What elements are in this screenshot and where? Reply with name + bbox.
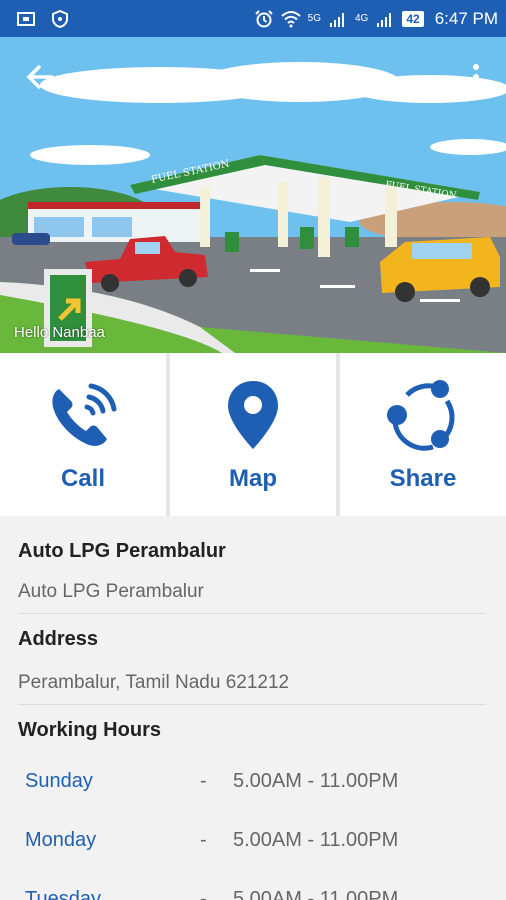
working-hours-list: Sunday - 5.00AM - 11.00PM Monday - 5.00A… bbox=[0, 752, 506, 900]
signal-icon bbox=[329, 12, 344, 27]
clock: 6:47 PM bbox=[434, 8, 498, 28]
share-icon bbox=[387, 379, 455, 451]
share-label: Share bbox=[389, 464, 457, 492]
alarm-icon bbox=[254, 9, 273, 27]
divider bbox=[18, 613, 486, 614]
action-bar: Call Map Share bbox=[0, 353, 506, 516]
day-label: Sunday bbox=[25, 770, 93, 792]
business-name-value: Auto LPG Perambalur bbox=[18, 581, 204, 602]
screenshot-icon bbox=[17, 11, 35, 26]
time-range: 5.00AM - 11.00PM bbox=[233, 829, 399, 851]
signal-icon bbox=[377, 12, 392, 27]
hours-row-tuesday: Tuesday - 5.00AM - 11.00PM bbox=[0, 870, 506, 900]
phone-signal-icon bbox=[52, 383, 117, 446]
wifi-icon bbox=[280, 10, 301, 27]
call-button[interactable]: Call bbox=[0, 353, 166, 516]
status-bar: 5G 4G 42 6:47 PM bbox=[0, 0, 506, 37]
shield-icon bbox=[52, 9, 68, 28]
more-vert-icon[interactable] bbox=[466, 61, 486, 93]
separator: - bbox=[200, 888, 207, 900]
call-label: Call bbox=[60, 464, 105, 492]
map-button[interactable]: Map bbox=[170, 353, 336, 516]
day-label: Monday bbox=[25, 829, 97, 851]
address-title: Address bbox=[18, 628, 99, 650]
back-arrow-icon[interactable] bbox=[22, 59, 58, 95]
time-range: 5.00AM - 11.00PM bbox=[233, 888, 399, 900]
battery-level: 42 bbox=[402, 10, 424, 27]
hero-image: FUEL STATION FUEL STATION Hello Nanbaa bbox=[0, 37, 506, 353]
business-name-title: Auto LPG Perambalur bbox=[18, 540, 226, 562]
time-range: 5.00AM - 11.00PM bbox=[233, 770, 399, 792]
fuel-station-illustration: FUEL STATION FUEL STATION bbox=[0, 37, 506, 353]
map-pin-icon bbox=[228, 380, 278, 449]
network-5g-label: 5G bbox=[307, 13, 321, 24]
share-button[interactable]: Share bbox=[340, 353, 506, 516]
map-label: Map bbox=[229, 464, 277, 492]
day-label: Tuesday bbox=[25, 888, 101, 900]
separator: - bbox=[200, 829, 207, 851]
image-caption: Hello Nanbaa bbox=[14, 324, 105, 341]
details-panel: Auto LPG Perambalur Auto LPG Perambalur … bbox=[0, 520, 506, 900]
hours-row-sunday: Sunday - 5.00AM - 11.00PM bbox=[0, 752, 506, 811]
hours-row-monday: Monday - 5.00AM - 11.00PM bbox=[0, 811, 506, 870]
divider bbox=[18, 704, 486, 705]
separator: - bbox=[200, 770, 207, 792]
network-4g-label: 4G bbox=[354, 13, 369, 24]
address-value: Perambalur, Tamil Nadu 621212 bbox=[18, 672, 290, 693]
working-hours-title: Working Hours bbox=[18, 719, 161, 741]
